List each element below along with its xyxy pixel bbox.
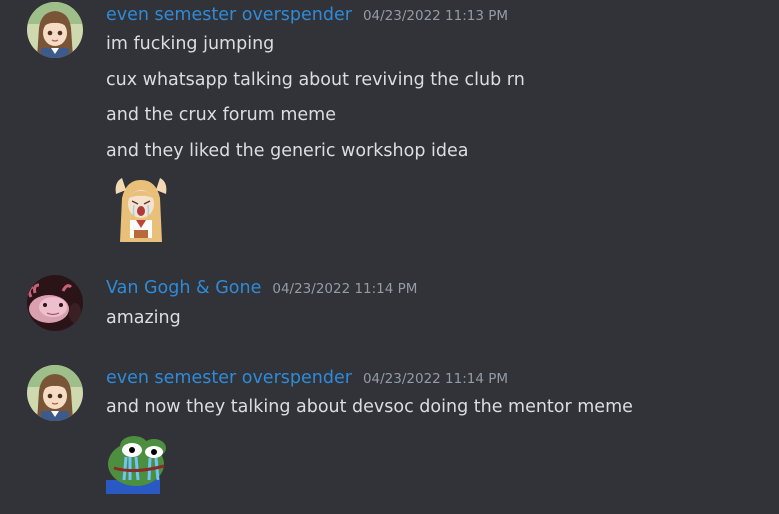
message-header: Van Gogh & Gone 04/23/2022 11:14 PM: [106, 278, 417, 298]
username[interactable]: Van Gogh & Gone: [106, 278, 261, 298]
timestamp: 04/23/2022 11:14 PM: [362, 371, 509, 387]
timestamp: 04/23/2022 11:14 PM: [272, 281, 418, 297]
anime-girl-avatar-icon: [27, 2, 83, 58]
timestamp: 04/23/2022 11:13 PM: [362, 8, 509, 24]
avatar[interactable]: [27, 365, 83, 421]
chat-message-list: even semester overspender 04/23/2022 11:…: [0, 0, 779, 514]
message-text: and they liked the generic workshop idea: [106, 141, 469, 161]
message-header: even semester overspender 04/23/2022 11:…: [106, 368, 508, 388]
anime-girl-crying-emoji-icon[interactable]: [110, 176, 172, 246]
message-header: even semester overspender 04/23/2022 11:…: [106, 5, 508, 25]
message-text: and the crux forum meme: [106, 105, 336, 125]
pepe-crying-emoji-icon[interactable]: [104, 430, 174, 500]
axolotl-avatar-icon: [27, 275, 83, 331]
avatar[interactable]: [27, 2, 83, 58]
message-text: cux whatsapp talking about reviving the …: [106, 70, 525, 90]
message-text: im fucking jumping: [106, 34, 275, 54]
username[interactable]: even semester overspender: [106, 368, 352, 388]
anime-girl-avatar-icon: [27, 365, 83, 421]
avatar[interactable]: [27, 275, 83, 331]
username[interactable]: even semester overspender: [106, 5, 352, 25]
message-text: amazing: [106, 308, 181, 328]
message-text: and now they talking about devsoc doing …: [106, 397, 633, 417]
